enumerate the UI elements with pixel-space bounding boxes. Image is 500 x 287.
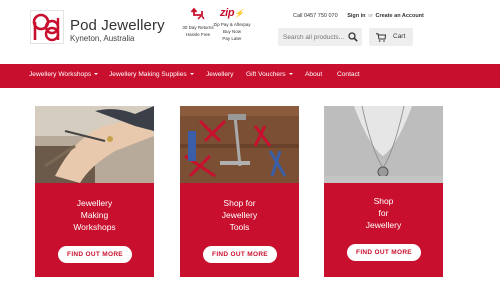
signin-link[interactable]: Sign in — [347, 13, 365, 19]
cart-label: Cart — [393, 33, 406, 40]
return-arrow-icon — [190, 7, 205, 20]
necklace-image-icon — [324, 106, 443, 183]
brand-location: Kyneton, Australia — [70, 34, 135, 43]
main-nav: Jewellery Workshops Jewellery Making Sup… — [0, 64, 500, 88]
title-line: Shop — [373, 196, 394, 206]
card-panel: Jewellery Making Workshops FIND OUT MORE — [35, 183, 154, 277]
nav-label: Jewellery — [206, 71, 234, 78]
nav-item-contact[interactable]: Contact — [337, 71, 360, 78]
card-panel: Shop for Jewellery FIND OUT MORE — [324, 183, 443, 277]
zip-line2: Buy Now — [222, 29, 241, 34]
title-line: Jewellery — [76, 198, 113, 208]
search-input[interactable] — [278, 28, 344, 46]
card-title: Shop for Jewellery — [324, 195, 443, 231]
jewellery-photo[interactable] — [324, 106, 443, 183]
card-panel: Shop for Jewellery Tools FIND OUT MORE — [180, 183, 299, 277]
title-line: Jewellery — [221, 210, 258, 220]
nav-item-about[interactable]: About — [305, 71, 322, 78]
title-line: Shop for — [223, 198, 256, 208]
search-box — [278, 28, 362, 46]
nav-item-jewellery[interactable]: Jewellery — [206, 71, 233, 78]
nav-label: Contact — [337, 71, 360, 78]
find-out-more-button[interactable]: FIND OUT MORE — [203, 246, 277, 263]
title-line: Making — [80, 210, 109, 220]
workshop-photo[interactable] — [35, 106, 154, 183]
nav-label: Jewellery Making Supplies — [109, 71, 187, 78]
zip-line1: Zip Pay & Afterpay — [213, 22, 251, 27]
card-jewellery: Shop for Jewellery FIND OUT MORE — [324, 106, 443, 277]
workshop-image-icon — [35, 106, 154, 183]
zip-lightning-icon: ⚡ — [234, 9, 245, 18]
nav-item-jewellery-workshops[interactable]: Jewellery Workshops — [29, 71, 99, 78]
zip-line3: Pay Later — [222, 36, 242, 41]
nav-item-gift-vouchers[interactable]: Gift Vouchers — [246, 71, 293, 78]
card-title: Jewellery Making Workshops — [35, 197, 154, 233]
nav-item-jewellery-making-supplies[interactable]: Jewellery Making Supplies — [109, 71, 194, 78]
nav-label: About — [305, 71, 323, 78]
phone-number[interactable]: Call 0457 750 070 — [293, 13, 338, 19]
cart-button[interactable]: Cart — [369, 28, 413, 46]
create-account-link[interactable]: Create an Account — [375, 13, 423, 19]
account-links: Call 0457 750 070 Sign in or Create an A… — [293, 13, 424, 19]
chevron-down-icon — [189, 73, 194, 76]
search-icon[interactable] — [348, 32, 358, 42]
chevron-down-icon — [94, 73, 99, 76]
find-out-more-button[interactable]: FIND OUT MORE — [58, 246, 132, 263]
title-line: Jewellery — [365, 220, 402, 230]
tools-image-icon — [180, 106, 299, 183]
zip-logo: zip⚡ — [206, 7, 258, 19]
site-header: Pod Jewellery Kyneton, Australia 30 Day … — [0, 0, 500, 64]
nav-label: Jewellery Workshops — [29, 71, 92, 78]
title-line: Tools — [229, 222, 250, 232]
card-workshops: Jewellery Making Workshops FIND OUT MORE — [35, 106, 154, 277]
chevron-down-icon — [288, 73, 293, 76]
nav-label: Gift Vouchers — [246, 71, 286, 78]
pod-logo-icon[interactable] — [30, 10, 64, 44]
cart-icon — [376, 33, 386, 42]
zip-promo: zip⚡ Zip Pay & Afterpay Buy Now Pay Late… — [206, 7, 258, 41]
tools-photo[interactable] — [180, 106, 299, 183]
brand-name[interactable]: Pod Jewellery — [70, 17, 165, 34]
find-out-more-button[interactable]: FIND OUT MORE — [347, 244, 421, 261]
title-line: Workshops — [73, 222, 116, 232]
card-title: Shop for Jewellery Tools — [180, 197, 299, 233]
or-text: or — [368, 13, 373, 19]
card-tools: Shop for Jewellery Tools FIND OUT MORE — [180, 106, 299, 277]
title-line: for — [378, 208, 389, 218]
zip-logo-text: zip — [219, 7, 235, 19]
